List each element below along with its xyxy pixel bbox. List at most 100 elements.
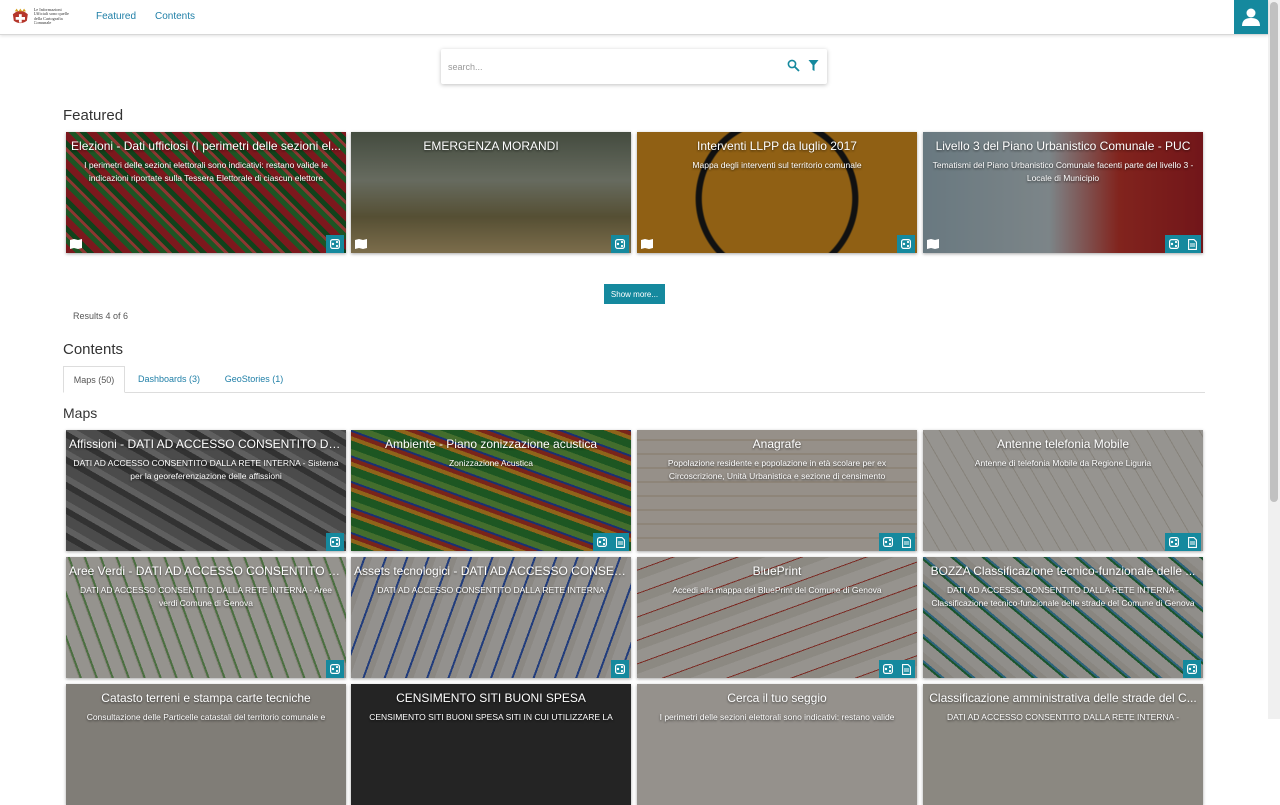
featured-card-livello3[interactable]: Livello 3 del Piano Urbanistico Comunale… bbox=[923, 132, 1203, 253]
crest-logo-icon bbox=[12, 8, 28, 24]
map-icon bbox=[355, 239, 367, 249]
share-button[interactable] bbox=[326, 533, 344, 551]
share-button[interactable] bbox=[611, 660, 629, 678]
card-description: DATI AD ACCESSO CONSENTITO DALLA RETE IN… bbox=[377, 585, 605, 595]
share-icon bbox=[330, 537, 340, 547]
tab-maps[interactable]: Maps (50) bbox=[63, 366, 125, 393]
results-count: Results 4 of 6 bbox=[73, 311, 129, 321]
card-description: Tematismi del Piano Urbanistico Comunale… bbox=[932, 160, 1194, 183]
share-button[interactable] bbox=[879, 660, 897, 678]
card-title: Assets tecnologici - DATI AD ACCESSO CON… bbox=[354, 564, 628, 578]
logo-text: Le Informazioni Ufficiali sono quelle de… bbox=[33, 8, 69, 26]
card-title: EMERGENZA MORANDI bbox=[423, 139, 559, 153]
card-description: DATI AD ACCESSO CONSENTITO DALLA RETE IN… bbox=[73, 458, 339, 481]
search-box bbox=[441, 49, 827, 84]
map-card-cerca-seggio[interactable]: Cerca il tuo seggio I perimetri delle se… bbox=[637, 684, 917, 805]
map-card-aree-verdi[interactable]: Aree Verdi - DATI AD ACCESSO CONSENTITO … bbox=[66, 557, 346, 678]
page-scrollbar[interactable] bbox=[1268, 0, 1280, 719]
featured-card-morandi[interactable]: EMERGENZA MORANDI bbox=[351, 132, 631, 253]
map-icon bbox=[641, 239, 653, 249]
card-description: Antenne di telefonia Mobile da Regione L… bbox=[974, 458, 1152, 468]
card-title: Anagrafe bbox=[752, 437, 802, 451]
site-logo[interactable]: Le Informazioni Ufficiali sono quelle de… bbox=[11, 7, 71, 27]
map-card-antenne[interactable]: Antenne telefonia Mobile Antenne di tele… bbox=[923, 430, 1203, 551]
card-title: Classificazione amministrativa delle str… bbox=[929, 691, 1197, 705]
map-card-blueprint[interactable]: BluePrint Accedi alla mappa del BluePrin… bbox=[637, 557, 917, 678]
card-description: I perimetri delle sezioni elettorali son… bbox=[659, 712, 895, 722]
details-button[interactable] bbox=[1183, 533, 1201, 551]
card-description: DATI AD ACCESSO CONSENTITO DALLA RETE IN… bbox=[80, 585, 332, 608]
details-button[interactable] bbox=[897, 533, 915, 551]
featured-section-title: Featured bbox=[63, 107, 124, 124]
map-card-bozza[interactable]: BOZZA Classificazione tecnico-funzionale… bbox=[923, 557, 1203, 678]
card-title: Interventi LLPP da luglio 2017 bbox=[697, 139, 857, 153]
share-icon bbox=[615, 664, 625, 674]
map-card-affissioni[interactable]: Affissioni - DATI AD ACCESSO CONSENTITO … bbox=[66, 430, 346, 551]
share-button[interactable] bbox=[1183, 660, 1201, 678]
card-title: Elezioni - Dati ufficiosi (I perimetri d… bbox=[71, 139, 341, 153]
card-title: Livello 3 del Piano Urbanistico Comunale… bbox=[935, 139, 1191, 153]
card-description: DATI AD ACCESSO CONSENTITO DALLA RETE IN… bbox=[946, 712, 1180, 722]
map-card-catasto[interactable]: Catasto terreni e stampa carte tecniche … bbox=[66, 684, 346, 805]
search-icon[interactable] bbox=[787, 59, 800, 72]
featured-card-elezioni[interactable]: Elezioni - Dati ufficiosi (I perimetri d… bbox=[66, 132, 346, 253]
scrollbar-thumb[interactable] bbox=[1270, 2, 1278, 502]
show-more-button[interactable]: Show more... bbox=[604, 284, 665, 304]
card-title: Cerca il tuo seggio bbox=[727, 691, 827, 705]
document-icon bbox=[1187, 536, 1197, 548]
share-button[interactable] bbox=[1165, 533, 1183, 551]
details-button[interactable] bbox=[1183, 235, 1201, 253]
map-icon bbox=[927, 239, 939, 249]
share-button[interactable] bbox=[326, 235, 344, 253]
details-button[interactable] bbox=[611, 533, 629, 551]
user-icon bbox=[1242, 8, 1260, 26]
share-icon bbox=[883, 664, 893, 674]
card-description: DATI AD ACCESSO CONSENTITO DALLA RETE IN… bbox=[931, 585, 1195, 608]
share-button[interactable] bbox=[593, 533, 611, 551]
card-description: Accedi alla mappa del BluePrint del Comu… bbox=[672, 585, 882, 595]
document-icon bbox=[615, 536, 625, 548]
contents-section-title: Contents bbox=[63, 341, 124, 358]
card-description: Mappa degli interventi sul territorio co… bbox=[692, 160, 862, 170]
card-title: Ambiente - Piano zonizzazione acustica bbox=[384, 437, 598, 451]
share-button[interactable] bbox=[1165, 235, 1183, 253]
featured-card-llpp[interactable]: Interventi LLPP da luglio 2017 Mappa deg… bbox=[637, 132, 917, 253]
map-card-ambiente[interactable]: Ambiente - Piano zonizzazione acustica Z… bbox=[351, 430, 631, 551]
share-icon bbox=[883, 537, 893, 547]
tab-dashboards[interactable]: Dashboards (3) bbox=[131, 366, 207, 391]
share-button[interactable] bbox=[611, 235, 629, 253]
nav-contents-link[interactable]: Contents bbox=[155, 11, 195, 22]
share-button[interactable] bbox=[879, 533, 897, 551]
document-icon bbox=[901, 663, 911, 675]
map-icon bbox=[70, 239, 82, 249]
nav-featured-link[interactable]: Featured bbox=[96, 11, 136, 22]
map-card-assets[interactable]: Assets tecnologici - DATI AD ACCESSO CON… bbox=[351, 557, 631, 678]
document-icon bbox=[901, 536, 911, 548]
card-description: Popolazione residente e popolazione in e… bbox=[667, 458, 887, 481]
card-title: Affissioni - DATI AD ACCESSO CONSENTITO … bbox=[69, 437, 343, 451]
card-description: I perimetri delle sezioni elettorali son… bbox=[84, 160, 328, 183]
share-icon bbox=[1169, 239, 1179, 249]
share-button[interactable] bbox=[326, 660, 344, 678]
top-navbar: Le Informazioni Ufficiali sono quelle de… bbox=[0, 0, 1268, 35]
card-title: CENSIMENTO SITI BUONI SPESA bbox=[396, 691, 586, 705]
card-title: BluePrint bbox=[752, 564, 802, 578]
map-card-censimento[interactable]: CENSIMENTO SITI BUONI SPESA CENSIMENTO S… bbox=[351, 684, 631, 805]
card-title: Aree Verdi - DATI AD ACCESSO CONSENTITO … bbox=[69, 564, 343, 578]
card-description: Consultazione delle Particelle catastali… bbox=[86, 712, 326, 722]
card-title: Catasto terreni e stampa carte tecniche bbox=[101, 691, 311, 705]
map-card-classificazione[interactable]: Classificazione amministrativa delle str… bbox=[923, 684, 1203, 805]
share-button[interactable] bbox=[897, 235, 915, 253]
search-input[interactable] bbox=[446, 58, 770, 76]
share-icon bbox=[330, 664, 340, 674]
details-button[interactable] bbox=[897, 660, 915, 678]
share-icon bbox=[1187, 664, 1197, 674]
filter-icon[interactable] bbox=[808, 59, 819, 72]
user-menu-button[interactable] bbox=[1234, 0, 1268, 34]
card-description: CENSIMENTO SITI BUONI SPESA SITI IN CUI … bbox=[369, 712, 613, 722]
document-icon bbox=[1187, 238, 1197, 250]
tab-geostories[interactable]: GeoStories (1) bbox=[218, 366, 290, 391]
map-card-anagrafe[interactable]: Anagrafe Popolazione residente e popolaz… bbox=[637, 430, 917, 551]
share-icon bbox=[901, 239, 911, 249]
share-icon bbox=[615, 239, 625, 249]
